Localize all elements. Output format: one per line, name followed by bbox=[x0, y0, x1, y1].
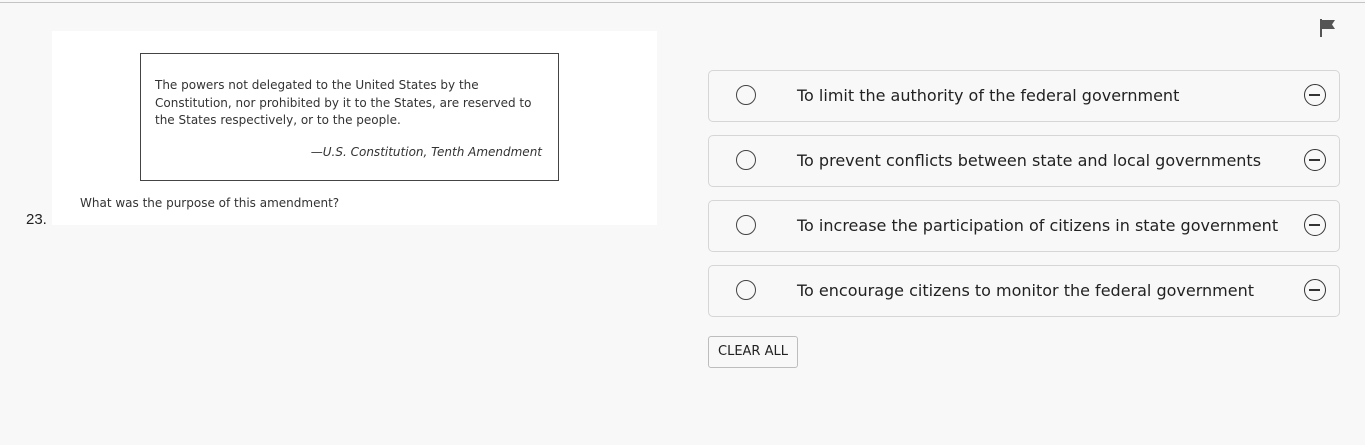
radio-icon[interactable] bbox=[736, 85, 756, 105]
answer-choice-d[interactable]: To encourage citizens to monitor the fed… bbox=[708, 265, 1340, 317]
answer-choice-label: To increase the participation of citizen… bbox=[797, 216, 1279, 235]
eliminate-choice-icon[interactable] bbox=[1304, 214, 1326, 236]
quote-text: The powers not delegated to the United S… bbox=[155, 78, 532, 127]
clear-all-button[interactable]: CLEAR ALL bbox=[708, 336, 798, 368]
answer-choice-c[interactable]: To increase the participation of citizen… bbox=[708, 200, 1340, 252]
flag-icon[interactable] bbox=[1319, 18, 1337, 38]
answer-choice-label: To limit the authority of the federal go… bbox=[797, 86, 1180, 105]
eliminate-choice-icon[interactable] bbox=[1304, 149, 1326, 171]
question-stem: What was the purpose of this amendment? bbox=[80, 196, 340, 210]
quote-source: —U.S. Constitution, Tenth Amendment bbox=[310, 145, 542, 159]
quote-box: The powers not delegated to the United S… bbox=[140, 53, 559, 181]
answer-choice-label: To prevent conflicts between state and l… bbox=[797, 151, 1262, 170]
radio-icon[interactable] bbox=[736, 280, 756, 300]
answer-choice-a[interactable]: To limit the authority of the federal go… bbox=[708, 70, 1340, 122]
top-divider bbox=[0, 2, 1365, 3]
question-stimulus-image: The powers not delegated to the United S… bbox=[52, 31, 657, 225]
eliminate-choice-icon[interactable] bbox=[1304, 84, 1326, 106]
question-number: 23. bbox=[26, 211, 47, 228]
radio-icon[interactable] bbox=[736, 215, 756, 235]
radio-icon[interactable] bbox=[736, 150, 756, 170]
eliminate-choice-icon[interactable] bbox=[1304, 279, 1326, 301]
answer-choice-label: To encourage citizens to monitor the fed… bbox=[797, 281, 1254, 300]
answer-choice-b[interactable]: To prevent conflicts between state and l… bbox=[708, 135, 1340, 187]
